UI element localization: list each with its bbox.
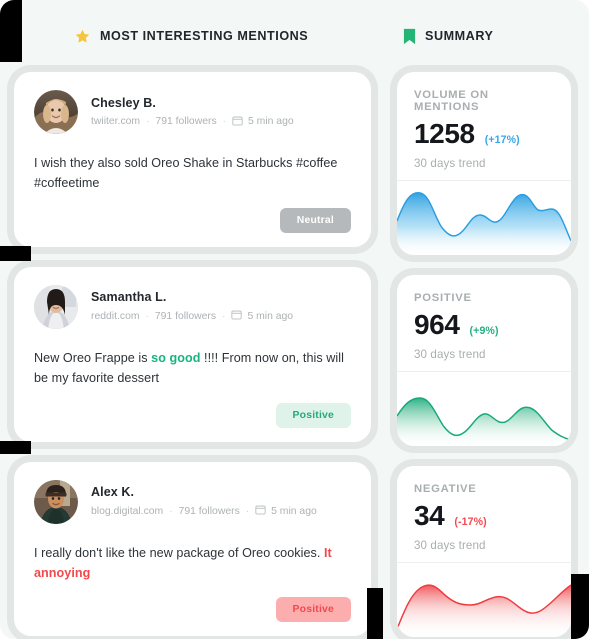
summary-value-row: 1258 (+17%) xyxy=(414,118,554,150)
summary-value: 964 xyxy=(414,309,460,340)
mention-text-highlight: so good xyxy=(151,350,201,365)
mention-badge-row: Positive xyxy=(34,402,351,428)
overlay-block xyxy=(0,246,31,261)
mention-card[interactable]: Alex K. blog.digital.com · 791 followers… xyxy=(14,461,371,637)
mention-user-meta: Alex K. blog.digital.com · 791 followers… xyxy=(91,485,317,518)
mention-time: 5 min ago xyxy=(248,116,294,127)
star-icon xyxy=(74,28,91,45)
mention-time-group: 5 min ago xyxy=(231,309,293,323)
summary-value-row: 964 (+9%) xyxy=(414,309,554,341)
summary-trend-label: 30 days trend xyxy=(414,539,486,552)
mention-user-meta: Samantha L. reddit.com · 791 followers · xyxy=(91,290,293,323)
calendar-icon xyxy=(232,115,243,129)
mentions-column: MOST INTERESTING MENTIONS Chesley B. twi… xyxy=(8,0,383,639)
sparkline-chart-volume xyxy=(397,192,571,255)
summary-label: POSITIVE xyxy=(414,292,472,304)
mention-user-name: Samantha L. xyxy=(91,290,167,305)
mention-header: Chesley B. twiiter.com · 791 followers · xyxy=(34,90,351,134)
mention-user-name: Alex K. xyxy=(91,485,135,500)
mention-user-name: Chesley B. xyxy=(91,95,156,110)
mentions-dashboard: MOST INTERESTING MENTIONS Chesley B. twi… xyxy=(0,0,589,639)
mention-header: Samantha L. reddit.com · 791 followers · xyxy=(34,284,351,329)
mention-text: New Oreo Frappe is so good !!!! From now… xyxy=(34,348,351,389)
mention-meta-row: blog.digital.com · 791 followers · 5 min… xyxy=(91,504,317,518)
sentiment-badge[interactable]: Positive xyxy=(275,597,351,623)
summary-value: 1258 xyxy=(414,118,475,149)
avatar xyxy=(34,284,78,329)
summary-delta: (+9%) xyxy=(469,325,499,337)
meta-separator: · xyxy=(222,116,226,127)
overlay-block xyxy=(571,574,589,639)
summary-delta: (-17%) xyxy=(454,516,487,528)
mention-followers: 791 followers xyxy=(155,116,217,127)
mention-text-before: I really don't like the new package of O… xyxy=(34,545,324,560)
mention-text: I wish they also sold Oreo Shake in Star… xyxy=(34,153,351,194)
summary-trend-label: 30 days trend xyxy=(414,348,486,361)
summary-value-row: 34 (-17%) xyxy=(414,500,554,532)
summary-card-positive[interactable]: POSITIVE 964 (+9%) 30 days trend xyxy=(397,275,571,446)
meta-separator: · xyxy=(146,116,150,127)
mention-followers: 791 followers xyxy=(178,505,240,517)
mention-time: 5 min ago xyxy=(247,310,294,322)
mention-text-before: I wish they also sold Oreo Shake in Star… xyxy=(34,156,338,191)
mention-meta-row: reddit.com · 791 followers · 5 min ago xyxy=(91,309,293,323)
mention-card[interactable]: Chesley B. twiiter.com · 791 followers · xyxy=(14,72,371,247)
sentiment-badge[interactable]: Positive xyxy=(275,402,351,428)
summary-delta: (+17%) xyxy=(484,134,520,146)
overlay-block xyxy=(0,0,22,62)
meta-separator: · xyxy=(169,505,173,517)
summary-card-body: VOLUME ON MENTIONS 1258 (+17%) 30 days t… xyxy=(397,72,571,180)
dashboard-columns: MOST INTERESTING MENTIONS Chesley B. twi… xyxy=(0,0,589,639)
sparkline-chart-positive xyxy=(397,397,571,446)
mention-header: Alex K. blog.digital.com · 791 followers… xyxy=(34,479,351,524)
mention-badge-row: Positive xyxy=(34,597,351,623)
meta-separator: · xyxy=(245,505,250,517)
mention-source: twiiter.com xyxy=(91,116,141,127)
summary-trend-label: 30 days trend xyxy=(414,157,486,170)
mention-time-group: 5 min ago xyxy=(255,504,317,518)
summary-card-volume[interactable]: VOLUME ON MENTIONS 1258 (+17%) 30 days t… xyxy=(397,72,571,255)
mentions-section-header: MOST INTERESTING MENTIONS xyxy=(8,0,383,72)
mention-time: 5 min ago xyxy=(271,505,317,517)
mention-time-group: 5 min ago xyxy=(232,115,294,129)
mention-meta-row: twiiter.com · 791 followers · 5 min ago xyxy=(91,115,294,129)
bookmark-icon xyxy=(403,28,416,45)
summary-card-negative[interactable]: NEGATIVE 34 (-17%) 30 days trend xyxy=(397,466,571,637)
summary-label: NEGATIVE xyxy=(414,483,477,495)
mentions-section-title: MOST INTERESTING MENTIONS xyxy=(100,29,309,43)
meta-separator: · xyxy=(145,310,149,322)
summary-column: SUMMARY VOLUME ON MENTIONS 1258 (+17%) 3… xyxy=(383,0,581,639)
sentiment-badge[interactable]: Neutral xyxy=(279,207,351,233)
summary-section-header: SUMMARY xyxy=(391,0,581,72)
summary-section-title: SUMMARY xyxy=(425,29,494,43)
summary-value: 34 xyxy=(414,500,445,531)
overlay-block xyxy=(0,441,31,454)
mention-badge-row: Neutral xyxy=(34,207,351,233)
calendar-icon xyxy=(255,504,266,518)
calendar-icon xyxy=(231,309,243,323)
mention-source: blog.digital.com xyxy=(91,505,164,517)
mention-card[interactable]: Samantha L. reddit.com · 791 followers · xyxy=(14,266,371,442)
summary-card-body: POSITIVE 964 (+9%) 30 days trend xyxy=(397,275,571,371)
mention-followers: 791 followers xyxy=(154,310,217,322)
avatar xyxy=(34,479,78,524)
summary-label: VOLUME ON MENTIONS xyxy=(414,89,489,113)
meta-separator: · xyxy=(222,310,226,322)
summary-card-body: NEGATIVE 34 (-17%) 30 days trend xyxy=(397,466,571,562)
avatar xyxy=(34,90,78,134)
sparkline-chart-negative xyxy=(397,584,571,637)
mention-source: reddit.com xyxy=(91,310,140,322)
overlay-block xyxy=(367,588,383,639)
mention-text: I really don't like the new package of O… xyxy=(34,543,351,584)
mention-user-meta: Chesley B. twiiter.com · 791 followers · xyxy=(91,96,294,129)
mention-text-before: New Oreo Frappe is xyxy=(34,350,152,365)
